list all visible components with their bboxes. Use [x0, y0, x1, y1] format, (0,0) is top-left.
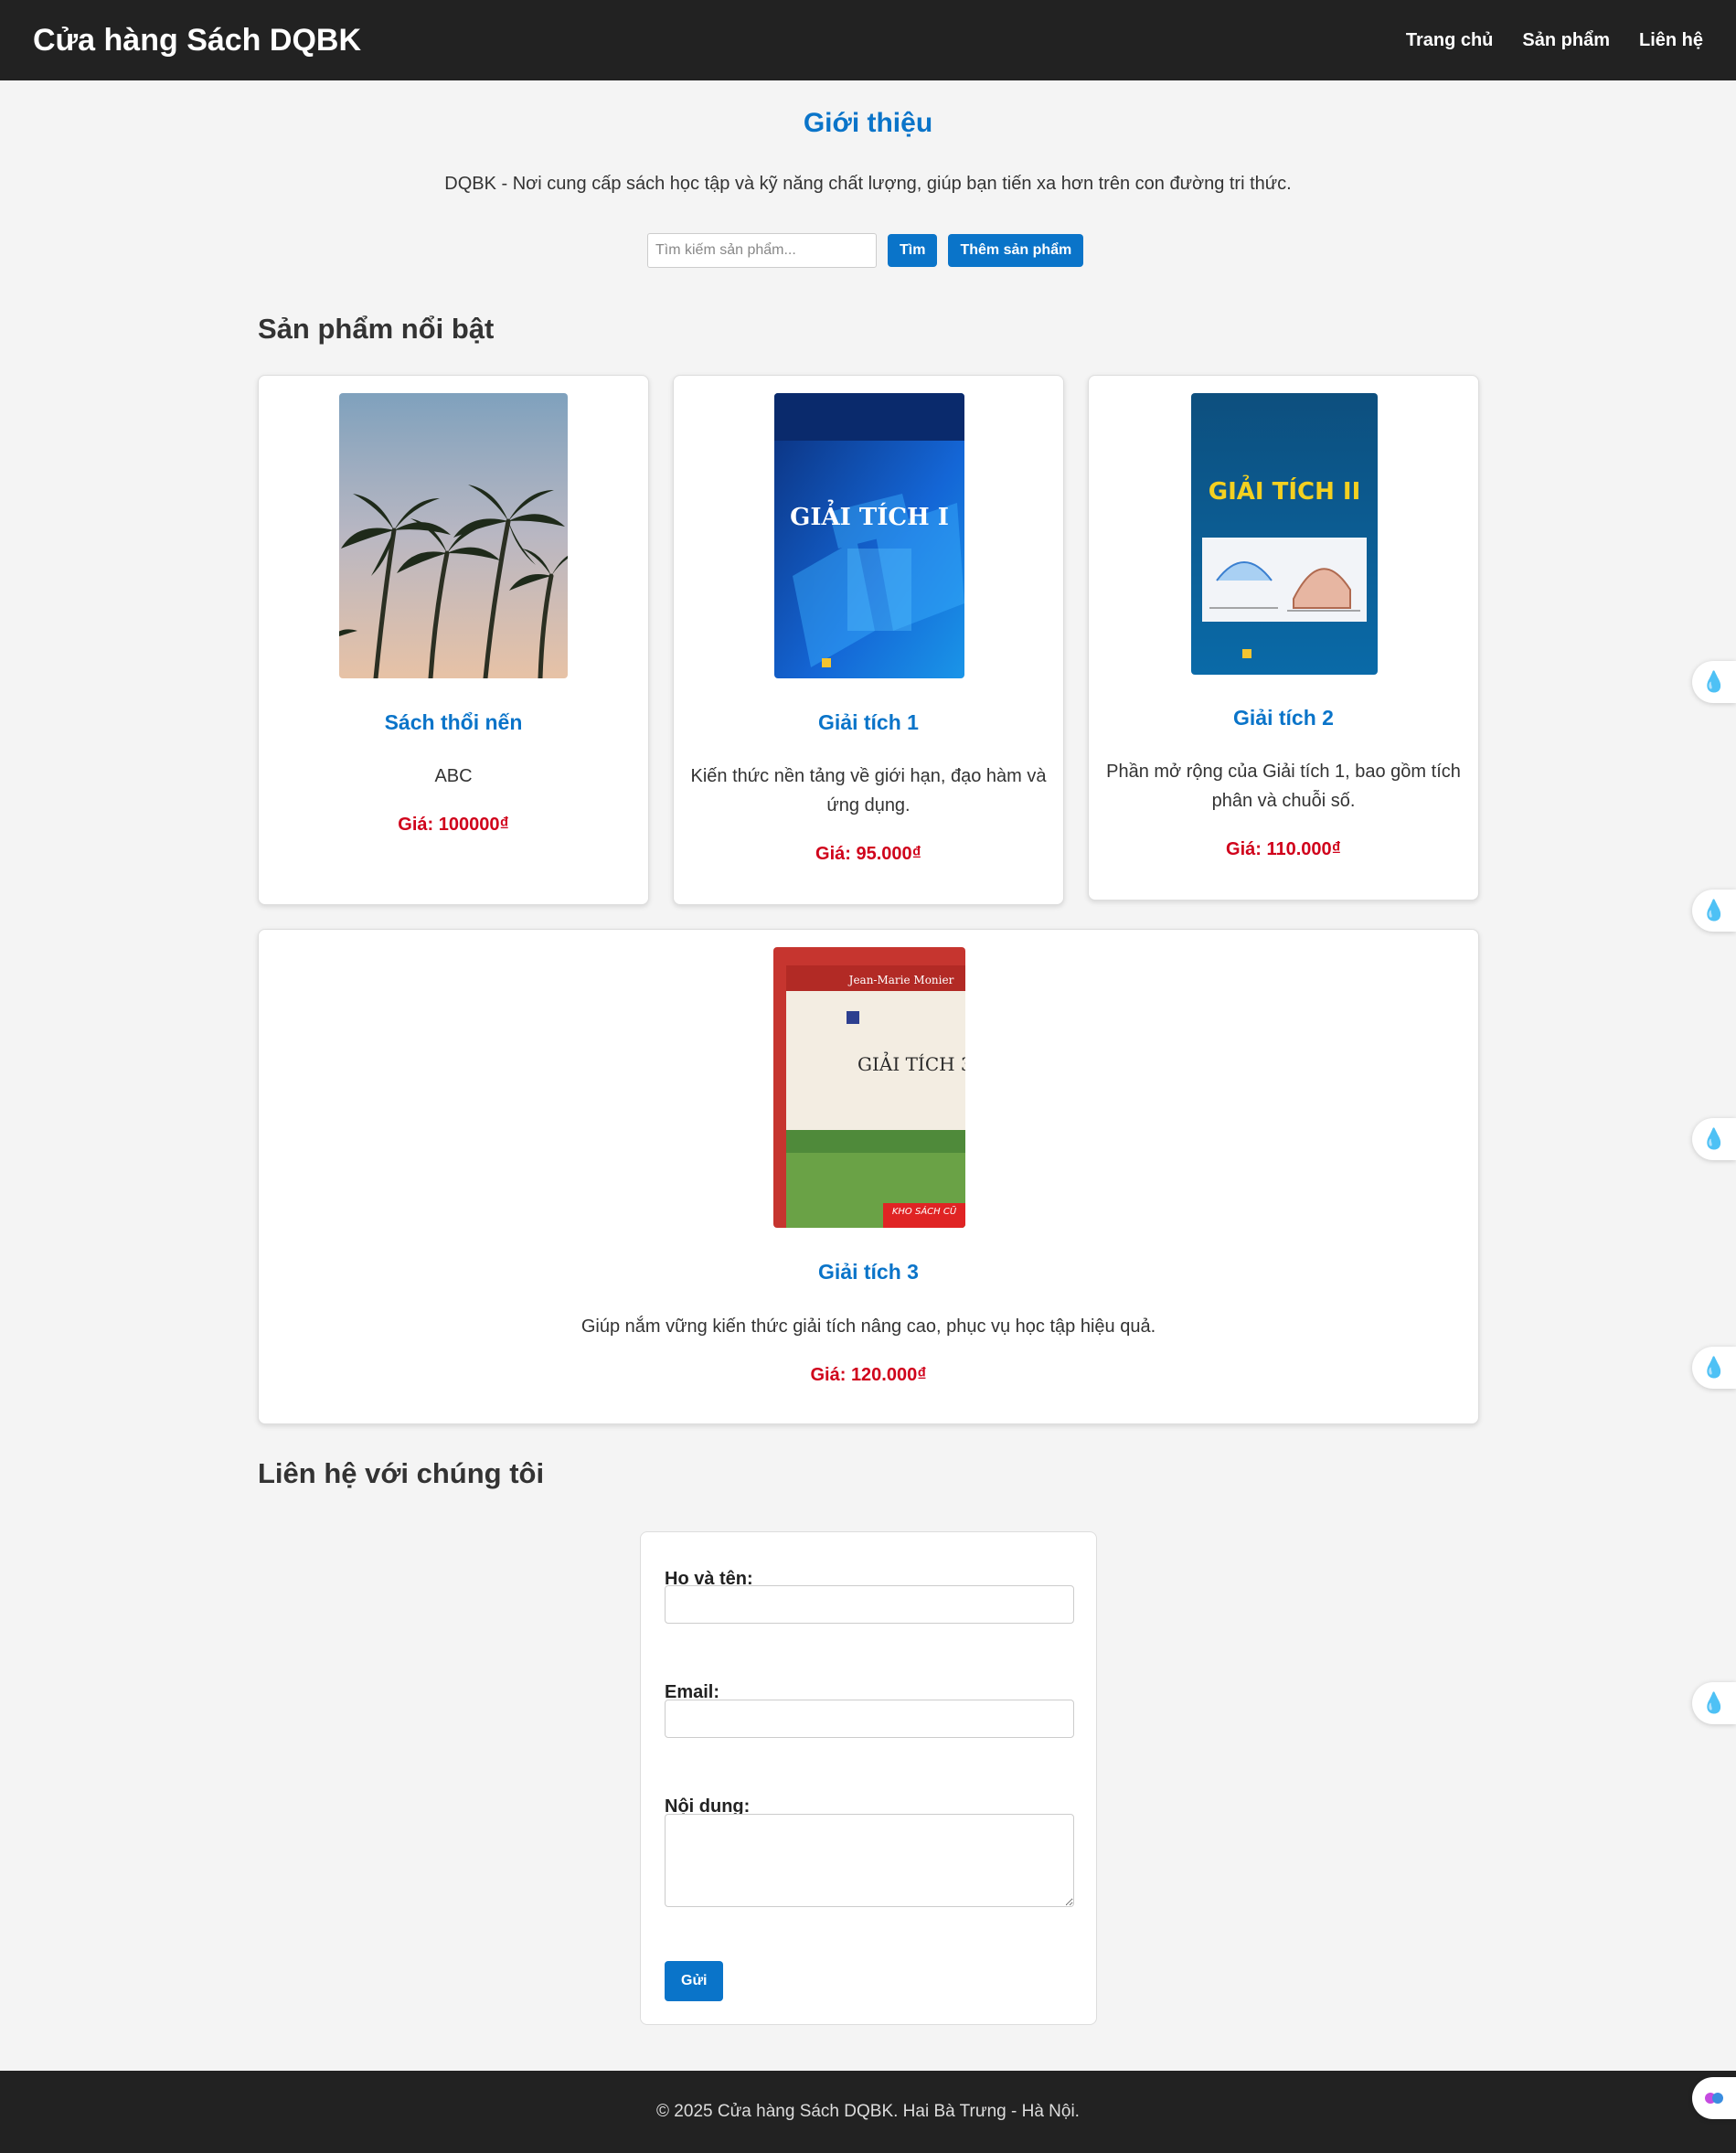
footer: © 2025 Cửa hàng Sách DQBK. Hai Bà Trưng … [0, 2071, 1736, 2153]
product-price: Giá: 100000₫ [398, 815, 509, 835]
water-drop-sparkle-icon[interactable]: 💧 [1692, 890, 1736, 932]
cover-title-text: GIẢI TÍCH I [790, 499, 949, 531]
name-field[interactable] [665, 1585, 1074, 1624]
intro-text: DQBK - Nơi cung cấp sách học tập và kỹ n… [444, 174, 1292, 194]
nav-link-contact[interactable]: Liên hệ [1639, 30, 1703, 51]
footer-text: © 2025 Cửa hàng Sách DQBK. Hai Bà Trưng … [656, 2102, 1080, 2121]
nav-link-products[interactable]: Sản phẩm [1522, 30, 1610, 51]
product-description: Phần mở rộng của Giải tích 1, bao gồm tí… [1106, 762, 1461, 811]
product-price: Giá: 120.000₫ [810, 1365, 927, 1385]
nav-links: Trang chủ Sản phẩm Liên hệ [1406, 30, 1703, 51]
product-image-palm-trees[interactable] [339, 393, 568, 678]
add-product-button[interactable]: Thêm sản phẩm [948, 234, 1084, 267]
product-card[interactable]: GIẢI TÍCH I Giải tích 1 Kiến thức nền tả… [673, 375, 1064, 905]
water-drop-sparkle-icon[interactable]: 💧 [1692, 1347, 1736, 1389]
submit-button[interactable]: Gửi [665, 1961, 724, 2001]
search-input[interactable] [647, 233, 877, 268]
email-field[interactable] [665, 1700, 1074, 1738]
product-card[interactable]: GIẢI TÍCH II Giải tích 2 Phần mở rộng củ… [1088, 375, 1479, 901]
product-image-giai-tich-1[interactable]: GIẢI TÍCH I [774, 393, 964, 678]
product-image-giai-tich-2[interactable]: GIẢI TÍCH II [1191, 393, 1378, 675]
product-title[interactable]: Sách thổi nến [259, 710, 648, 735]
intro-title: Giới thiệu [803, 108, 933, 138]
cover-title-text: GIẢI TÍCH 3 [857, 1051, 965, 1075]
nav-link-home[interactable]: Trang chủ [1406, 30, 1494, 51]
cover-sticker-text: KHO SÁCH CŨ [892, 1205, 957, 1217]
brand-logo[interactable]: Cửa hàng Sách DQBK [33, 23, 361, 59]
search-bar: Tìm Thêm sản phẩm [647, 233, 1084, 268]
product-title[interactable]: Giải tích 2 [1089, 706, 1478, 730]
water-drop-sparkle-icon[interactable]: 💧 [1692, 661, 1736, 703]
navbar: Cửa hàng Sách DQBK Trang chủ Sản phẩm Li… [0, 0, 1736, 80]
featured-title: Sản phẩm nổi bật [258, 313, 495, 345]
contact-form: Họ và tên: Email: Nội dung: Gửi [640, 1531, 1097, 2025]
message-field[interactable] [665, 1814, 1074, 1907]
product-card[interactable]: Jean-Marie Monier GIẢI TÍCH 3 KHO SÁCH C… [258, 929, 1479, 1424]
water-drop-sparkle-icon[interactable]: 💧 [1692, 1682, 1736, 1724]
search-button[interactable]: Tìm [888, 234, 938, 267]
product-title[interactable]: Giải tích 1 [674, 710, 1063, 735]
product-title[interactable]: Giải tích 3 [259, 1260, 1478, 1284]
product-image-giai-tich-3[interactable]: Jean-Marie Monier GIẢI TÍCH 3 KHO SÁCH C… [773, 947, 965, 1228]
water-drop-sparkle-icon[interactable]: 💧 [1692, 1118, 1736, 1160]
product-description: ABC [434, 766, 473, 786]
product-price: Giá: 95.000₫ [815, 844, 921, 864]
cover-title-text: GIẢI TÍCH II [1209, 474, 1361, 506]
cover-author-text: Jean-Marie Monier [847, 974, 954, 986]
product-card[interactable]: Sách thổi nến ABC Giá: 100000₫ [258, 375, 649, 905]
contact-title: Liên hệ với chúng tôi [258, 1457, 545, 1489]
product-price: Giá: 110.000₫ [1226, 839, 1341, 859]
product-description: Kiến thức nền tảng về giới hạn, đạo hàm … [690, 766, 1047, 815]
product-description: Giúp nắm vững kiến thức giải tích nâng c… [580, 1316, 1156, 1337]
brain-icon[interactable] [1692, 2077, 1736, 2119]
